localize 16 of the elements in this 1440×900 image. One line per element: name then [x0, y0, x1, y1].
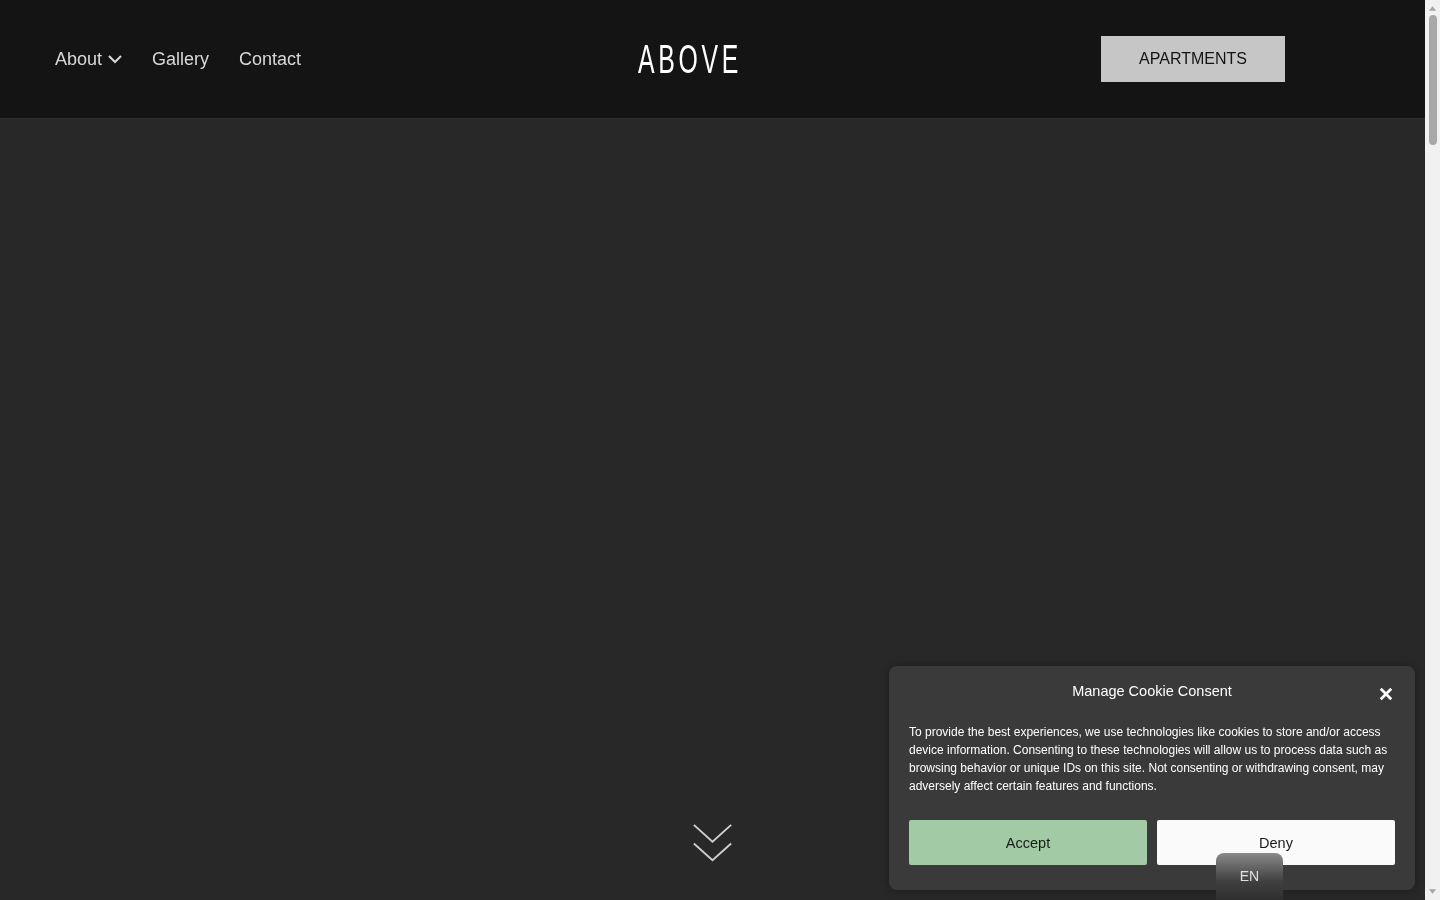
accept-button[interactable]: Accept	[909, 820, 1147, 865]
consent-text: To provide the best experiences, we use technologies like cookies to store and/or access device information. Consenting to these technologies will allow us to process data such as browsing behavior or unique IDs on this site. Not consenting or withdrawing consent, may adversely affect certain features and functions.	[909, 724, 1389, 795]
scrollbar[interactable]	[1425, 0, 1440, 900]
nav-link[interactable]: Gallery	[152, 48, 210, 70]
nav-link[interactable]: Contact	[239, 48, 302, 70]
scroll-down-arrow-icon[interactable]	[1428, 889, 1437, 895]
scrollbar-thumb[interactable]	[1428, 15, 1437, 145]
deny-button[interactable]: Deny	[1157, 820, 1395, 865]
language-menu[interactable]: EN	[1216, 853, 1283, 900]
apartments-button[interactable]: APARTMENTS	[1101, 36, 1285, 82]
dialog-title: Manage Cookie Consent	[1072, 683, 1232, 699]
nav-link[interactable]: About	[55, 48, 123, 70]
scroll-down-icon[interactable]	[692, 823, 733, 864]
logo[interactable]: ABOVE	[637, 37, 743, 81]
close-icon[interactable]	[1379, 687, 1393, 701]
scroll-up-icon[interactable]	[1428, 5, 1437, 11]
